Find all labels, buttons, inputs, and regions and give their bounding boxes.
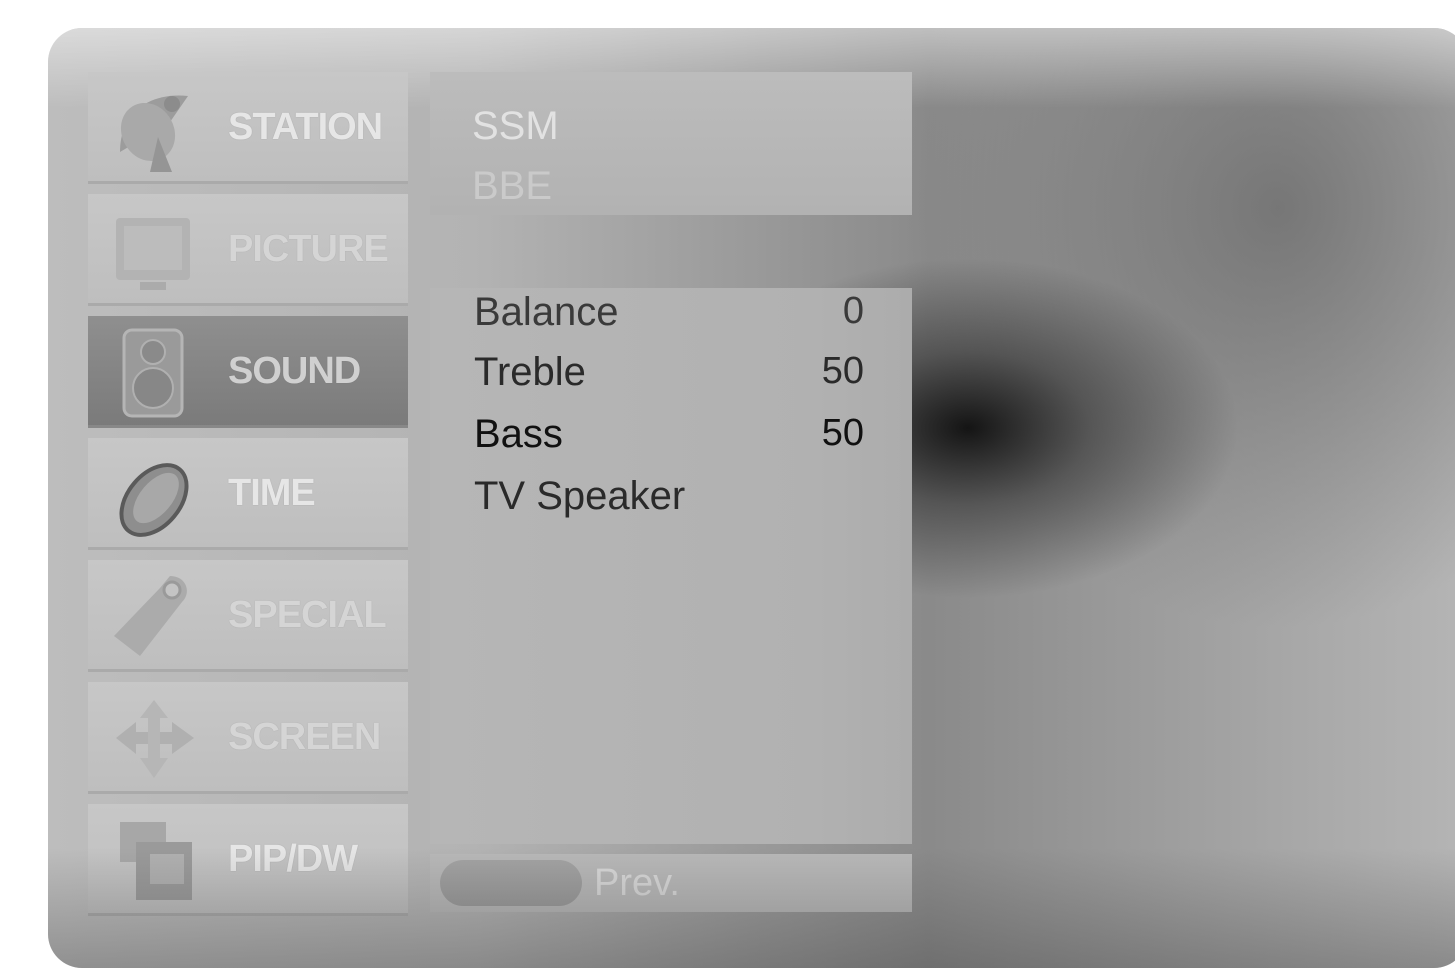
sound-options-panel: Balance 0 Treble 50 Bass 50 TV Speaker bbox=[430, 288, 912, 844]
menu-label-pip-dw: PIP/DW bbox=[228, 838, 358, 880]
menu-item-picture[interactable]: PICTURE bbox=[88, 194, 408, 306]
menu-item-special[interactable]: SPECIAL bbox=[88, 560, 408, 672]
tv-screen-icon bbox=[116, 218, 190, 290]
option-value: 50 bbox=[821, 350, 864, 392]
menu-item-station[interactable]: STATION bbox=[88, 72, 408, 184]
pip-windows-icon bbox=[120, 822, 192, 900]
option-value: 50 bbox=[821, 412, 864, 454]
menu-item-time[interactable]: TIME bbox=[88, 438, 408, 550]
menu-label-screen: SCREEN bbox=[228, 716, 381, 758]
menu-label-station: STATION bbox=[228, 106, 383, 148]
option-label: TV Speaker bbox=[474, 474, 686, 518]
option-treble[interactable]: Treble 50 bbox=[474, 350, 864, 410]
tag-icon bbox=[114, 576, 187, 656]
option-bbe[interactable]: BBE bbox=[472, 164, 552, 209]
prev-hint[interactable]: Prev. bbox=[594, 862, 680, 905]
speaker-icon bbox=[122, 328, 184, 418]
hint-bar: Prev. bbox=[430, 854, 912, 912]
option-label: Bass bbox=[474, 412, 563, 456]
sound-top-panel: SSM BBE bbox=[430, 72, 912, 215]
menu-item-pip-dw[interactable]: PIP/DW bbox=[88, 804, 408, 916]
satellite-dish-icon bbox=[120, 95, 188, 172]
tv-osd-menu: STATION PICTURE SOUND TIME SPECIAL SCREE… bbox=[48, 28, 1455, 968]
menu-label-sound: SOUND bbox=[228, 350, 361, 392]
option-balance[interactable]: Balance 0 bbox=[474, 290, 864, 350]
menu-label-special: SPECIAL bbox=[228, 594, 387, 636]
option-label: Balance bbox=[474, 290, 619, 334]
clock-icon bbox=[119, 463, 189, 537]
option-label: Treble bbox=[474, 350, 586, 394]
option-tv-speaker[interactable]: TV Speaker bbox=[474, 474, 864, 534]
menu-key-icon bbox=[440, 860, 582, 906]
option-bass[interactable]: Bass 50 bbox=[474, 412, 864, 472]
option-value: 0 bbox=[842, 290, 864, 332]
arrows-icon bbox=[116, 700, 194, 778]
menu-label-time: TIME bbox=[228, 472, 316, 514]
menu-item-screen[interactable]: SCREEN bbox=[88, 682, 408, 794]
menu-item-sound[interactable]: SOUND bbox=[88, 316, 408, 428]
option-ssm[interactable]: SSM bbox=[472, 104, 559, 149]
menu-label-picture: PICTURE bbox=[228, 228, 389, 270]
